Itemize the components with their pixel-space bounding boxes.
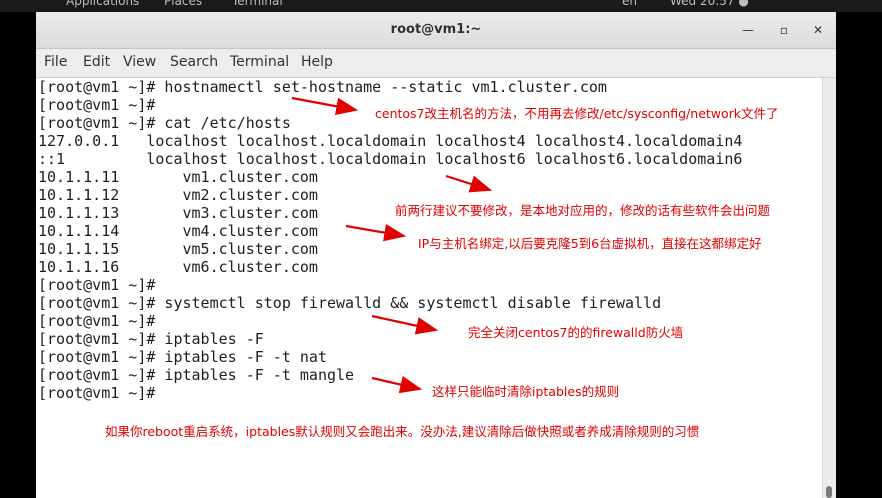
terminal-line: [root@vm1 ~]# systemctl stop firewalld &… (38, 294, 662, 312)
annotation-hosts: 前两行建议不要修改，是本地对应用的，修改的话有些软件会出问题 (395, 203, 771, 218)
terminal-line: 10.1.1.15 vm5.cluster.com (38, 240, 318, 258)
menu-view[interactable]: View (123, 54, 156, 70)
terminal-line: 10.1.1.12 vm2.cluster.com (38, 186, 318, 204)
terminal-line: 10.1.1.13 vm3.cluster.com (38, 204, 318, 222)
terminal-line: [root@vm1 ~]# iptables -F -t mangle (38, 366, 355, 384)
scrollbar-thumb[interactable] (826, 486, 832, 498)
menu-file[interactable]: File (44, 54, 67, 70)
terminal-app-menu[interactable]: Terminal (232, 0, 283, 8)
annotation-hostname: centos7改主机名的方法，不用再去修改/etc/sysconfig/netw… (375, 106, 779, 121)
terminal-line: 10.1.1.11 vm1.cluster.com (38, 168, 318, 186)
terminal-line: [root@vm1 ~]# hostnamectl set-hostname -… (38, 78, 607, 96)
terminal-line: 127.0.0.1 localhost localhost.localdomai… (38, 132, 743, 150)
annotation-binding: IP与主机名绑定,以后要克隆5到6台虚拟机，直接在这都绑定好 (418, 236, 762, 251)
annotation-firewall: 完全关闭centos7的的firewalld防火墙 (468, 325, 684, 340)
applications-menu[interactable]: Applications (66, 0, 139, 8)
minimize-button[interactable]: — (740, 22, 756, 38)
terminal-line: ::1 localhost localhost.localdomain loca… (38, 150, 743, 168)
window-title: root@vm1:~ (390, 22, 482, 37)
terminal-line: [root@vm1 ~]# (38, 96, 156, 114)
screen: Applications Places Terminal en Wed 20:5… (0, 0, 882, 498)
language-indicator[interactable]: en (622, 0, 637, 8)
window-titlebar[interactable]: root@vm1:~ — ▫ ✕ (36, 12, 836, 49)
clock[interactable]: Wed 20:57 ● (670, 0, 749, 8)
terminal-line: [root@vm1 ~]# (38, 276, 156, 294)
terminal-line: [root@vm1 ~]# (38, 384, 156, 402)
maximize-button[interactable]: ▫ (776, 22, 792, 38)
terminal-line: [root@vm1 ~]# cat /etc/hosts (38, 114, 291, 132)
terminal-line: [root@vm1 ~]# iptables -F (38, 330, 264, 348)
annotation-iptables: 这样只能临时清除iptables的规则 (432, 384, 620, 399)
menu-terminal[interactable]: Terminal (230, 54, 289, 70)
annotation-reboot: 如果你reboot重启系统，iptables默认规则又会跑出来。没办法,建议清除… (105, 424, 700, 439)
menu-bar: File Edit View Search Terminal Help (36, 49, 836, 78)
menu-search[interactable]: Search (170, 54, 218, 70)
desktop-top-bar: Applications Places Terminal en Wed 20:5… (0, 0, 882, 12)
terminal-line: 10.1.1.16 vm6.cluster.com (38, 258, 318, 276)
terminal-line: [root@vm1 ~]# (38, 312, 156, 330)
places-menu[interactable]: Places (164, 0, 202, 8)
terminal-line: 10.1.1.14 vm4.cluster.com (38, 222, 318, 240)
menu-edit[interactable]: Edit (83, 54, 110, 70)
terminal-line: [root@vm1 ~]# iptables -F -t nat (38, 348, 327, 366)
menu-help[interactable]: Help (301, 54, 333, 70)
close-button[interactable]: ✕ (810, 22, 826, 38)
scrollbar-track[interactable] (822, 78, 836, 498)
